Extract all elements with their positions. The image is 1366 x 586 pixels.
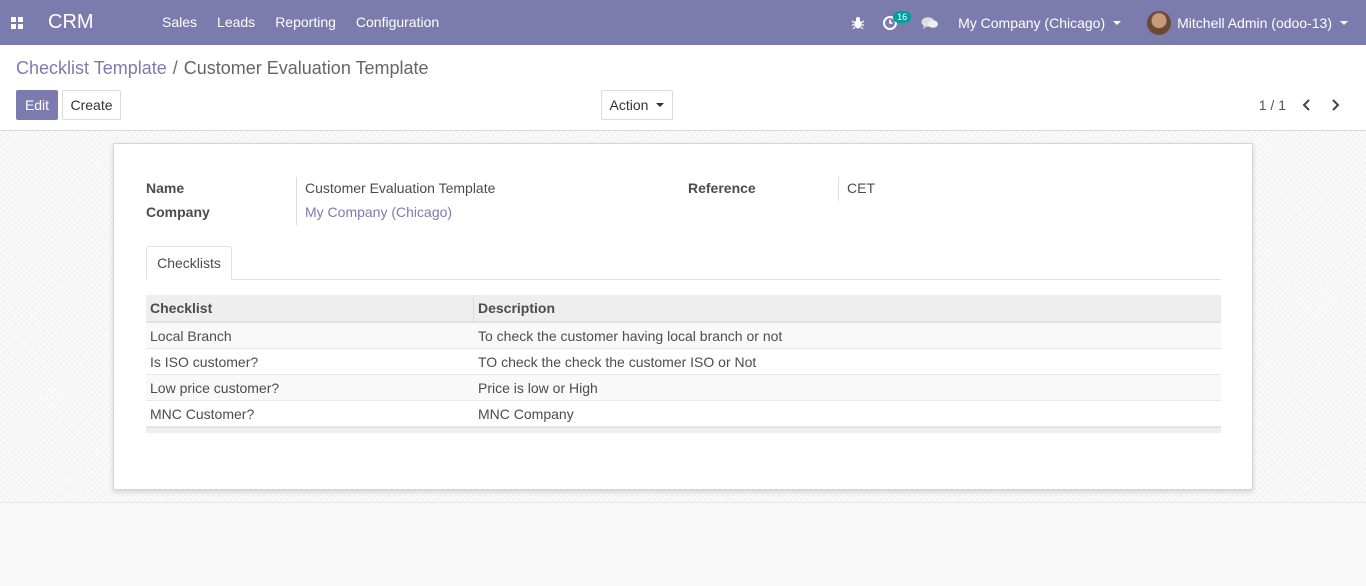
table-row[interactable]: Is ISO customer? TO check the check the … [146, 349, 1221, 375]
messages-chat-icon[interactable] [914, 0, 946, 45]
checklist-cell: Local Branch [150, 328, 232, 344]
breadcrumb-parent-link[interactable]: Checklist Template [16, 58, 167, 79]
app-name[interactable]: CRM [48, 11, 138, 34]
form-view-background: Name Customer Evaluation Template Compan… [0, 131, 1366, 503]
description-cell: MNC Company [478, 406, 574, 422]
field-divider [296, 177, 297, 225]
apps-menu-icon[interactable] [2, 0, 32, 45]
reference-value: CET [847, 180, 875, 196]
chevron-down-icon [1113, 20, 1122, 25]
column-header-checklist[interactable]: Checklist [146, 295, 474, 321]
debug-bug-icon[interactable] [842, 0, 874, 45]
menu-item-reporting[interactable]: Reporting [265, 0, 346, 45]
breadcrumb-current: Customer Evaluation Template [183, 58, 429, 78]
name-label: Name [146, 180, 185, 196]
create-button[interactable]: Create [62, 90, 121, 120]
avatar [1147, 10, 1172, 35]
table-row[interactable]: MNC Customer? MNC Company [146, 401, 1221, 427]
activity-clock-icon[interactable]: 16 [874, 0, 912, 45]
control-panel: Checklist Template / Customer Evaluation… [0, 45, 1366, 131]
checklist-cell: Low price customer? [150, 380, 280, 396]
description-cell: Price is low or High [478, 380, 598, 396]
chevron-right-icon[interactable] [1322, 90, 1348, 120]
column-header-description[interactable]: Description [474, 295, 1221, 321]
table-header: Checklist Description [146, 295, 1221, 323]
user-name: Mitchell Admin (odoo-13) [1177, 14, 1332, 31]
notebook-tabs: Checklists [146, 246, 1221, 280]
user-menu[interactable]: Mitchell Admin (odoo-13) [1147, 10, 1348, 35]
name-value: Customer Evaluation Template [305, 180, 496, 196]
activity-count-badge: 16 [893, 11, 912, 23]
tab-checklists[interactable]: Checklists [146, 246, 232, 280]
chevron-down-icon [656, 103, 665, 107]
company-label: Company [146, 204, 210, 220]
edit-button[interactable]: Edit [16, 90, 58, 120]
reference-label: Reference [688, 180, 756, 196]
breadcrumb: Checklist Template / Customer Evaluation… [16, 58, 429, 79]
action-dropdown-button[interactable]: Action [601, 90, 673, 120]
field-divider [838, 177, 839, 201]
checklist-table: Checklist Description Local Branch To ch… [146, 295, 1221, 433]
breadcrumb-separator: / [172, 58, 178, 78]
main-menu: Sales Leads Reporting Configuration [152, 0, 449, 45]
table-row[interactable]: Low price customer? Price is low or High [146, 375, 1221, 401]
menu-item-leads[interactable]: Leads [207, 0, 265, 45]
form-sheet: Name Customer Evaluation Template Compan… [113, 143, 1253, 490]
company-switcher[interactable]: My Company (Chicago) [958, 14, 1122, 31]
table-row[interactable]: Local Branch To check the customer havin… [146, 323, 1221, 349]
action-label: Action [609, 97, 649, 113]
checklist-cell: Is ISO customer? [150, 354, 259, 370]
description-cell: TO check the check the customer ISO or N… [478, 354, 757, 370]
chevron-down-icon [1340, 20, 1348, 25]
company-value-link[interactable]: My Company (Chicago) [305, 204, 452, 220]
checklist-cell: MNC Customer? [150, 406, 255, 422]
company-name: My Company (Chicago) [958, 14, 1106, 31]
top-navbar: CRM Sales Leads Reporting Configuration … [0, 0, 1366, 45]
menu-item-configuration[interactable]: Configuration [346, 0, 449, 45]
chevron-left-icon[interactable] [1294, 90, 1320, 120]
menu-item-sales[interactable]: Sales [152, 0, 207, 45]
pager-value[interactable]: 1 / 1 [1259, 97, 1286, 113]
description-cell: To check the customer having local branc… [478, 328, 783, 344]
table-footer [146, 427, 1221, 433]
